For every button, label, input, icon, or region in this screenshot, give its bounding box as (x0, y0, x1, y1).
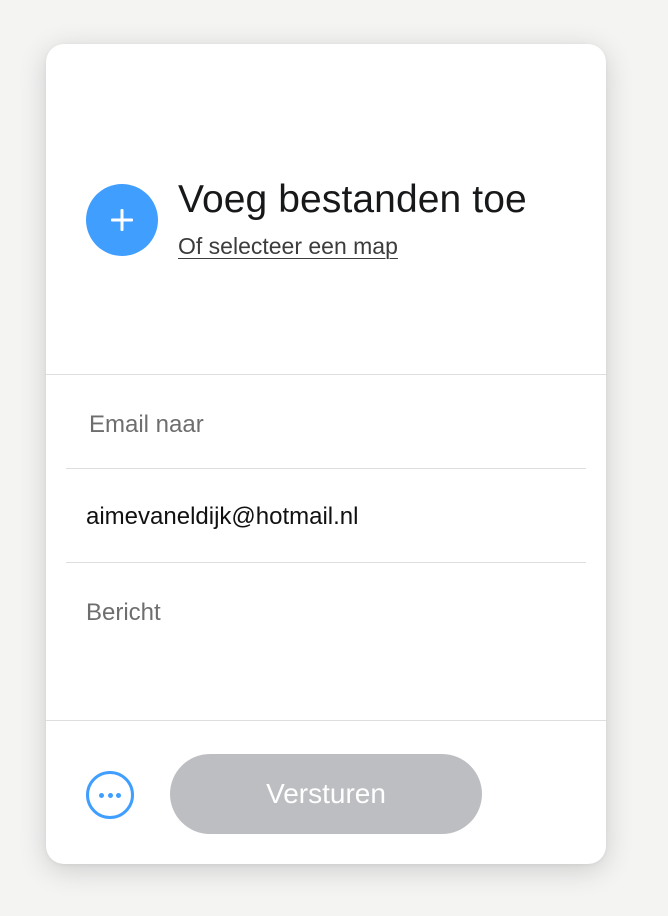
upload-area[interactable]: Voeg bestanden toe Of selecteer een map (46, 44, 606, 374)
divider (66, 562, 586, 563)
select-folder-link[interactable]: Of selecteer een map (178, 233, 398, 260)
transfer-card: Voeg bestanden toe Of selecteer een map … (46, 44, 606, 864)
upload-title[interactable]: Voeg bestanden toe (178, 178, 527, 222)
divider (46, 374, 606, 375)
divider (46, 720, 606, 721)
more-options-icon (107, 793, 113, 798)
recipient-email-input[interactable] (66, 494, 586, 540)
more-options-button[interactable] (86, 771, 134, 819)
plus-icon (111, 209, 133, 231)
divider (66, 468, 586, 469)
email-to-input[interactable] (66, 402, 586, 448)
more-options-icon (116, 793, 121, 798)
more-options-icon (99, 793, 104, 798)
send-button[interactable]: Versturen (170, 754, 482, 834)
add-files-button[interactable] (86, 184, 158, 256)
message-input[interactable] (66, 590, 586, 636)
